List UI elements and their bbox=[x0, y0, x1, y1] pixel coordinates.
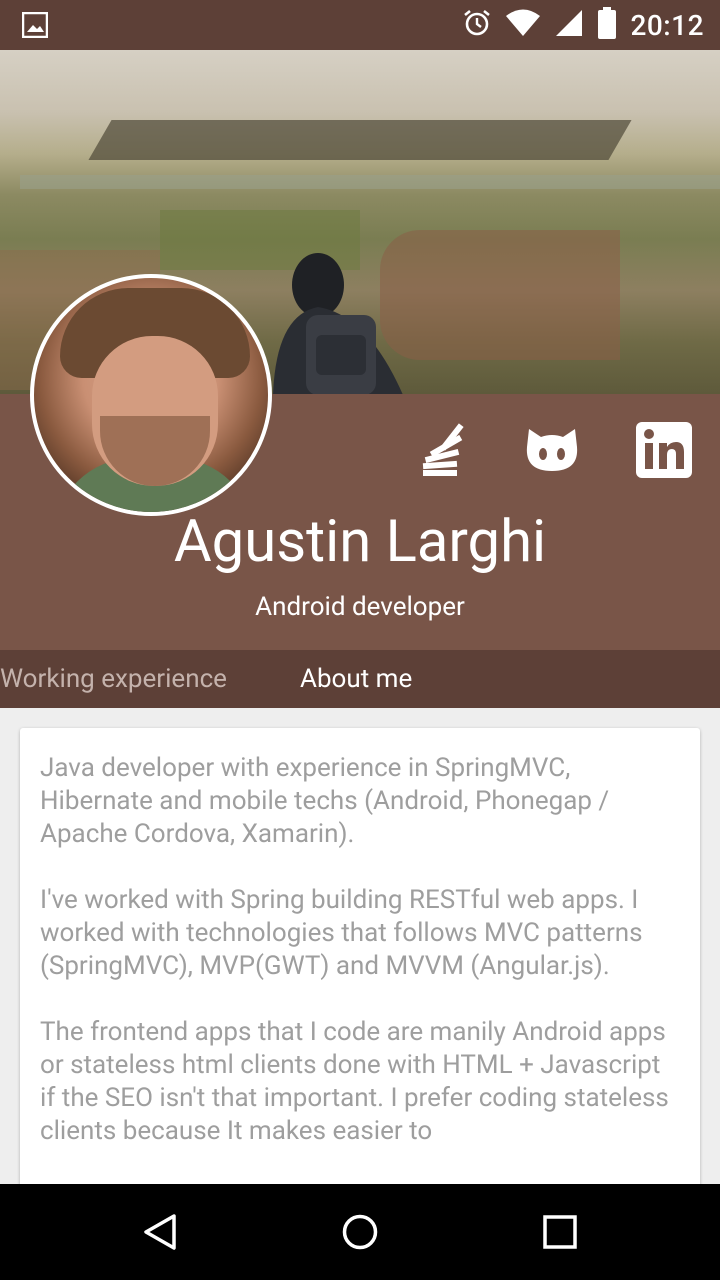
home-icon[interactable] bbox=[340, 1212, 380, 1252]
github-icon[interactable] bbox=[522, 420, 582, 480]
clock: 20:12 bbox=[630, 8, 704, 42]
person-figure bbox=[273, 253, 403, 394]
profile-avatar bbox=[30, 274, 272, 516]
alarm-icon bbox=[462, 8, 492, 42]
tab-about-me[interactable]: About me bbox=[300, 650, 412, 708]
profile-role: Android developer bbox=[255, 592, 465, 622]
tab-bar: Working experience About me bbox=[0, 650, 720, 708]
about-content[interactable]: Java developer with experience in Spring… bbox=[0, 708, 720, 1184]
recents-icon[interactable] bbox=[540, 1212, 580, 1252]
battery-icon bbox=[598, 7, 617, 43]
tab-working-experience[interactable]: Working experience bbox=[0, 650, 227, 708]
status-bar: 20:12 bbox=[0, 0, 720, 50]
linkedin-icon[interactable] bbox=[636, 420, 692, 480]
about-paragraph: I've worked with Spring building RESTful… bbox=[40, 885, 643, 981]
navigation-bar bbox=[0, 1184, 720, 1280]
stackoverflow-icon[interactable] bbox=[414, 420, 470, 480]
back-icon[interactable] bbox=[140, 1212, 180, 1252]
about-paragraph: The frontend apps that I code are manily… bbox=[40, 1017, 669, 1146]
about-paragraph: Java developer with experience in Spring… bbox=[40, 753, 610, 849]
wifi-icon bbox=[506, 9, 541, 41]
gallery-icon bbox=[21, 11, 49, 42]
signal-icon bbox=[554, 8, 584, 42]
profile-name: Agustin Larghi bbox=[173, 508, 547, 576]
about-card: Java developer with experience in Spring… bbox=[20, 728, 700, 1184]
